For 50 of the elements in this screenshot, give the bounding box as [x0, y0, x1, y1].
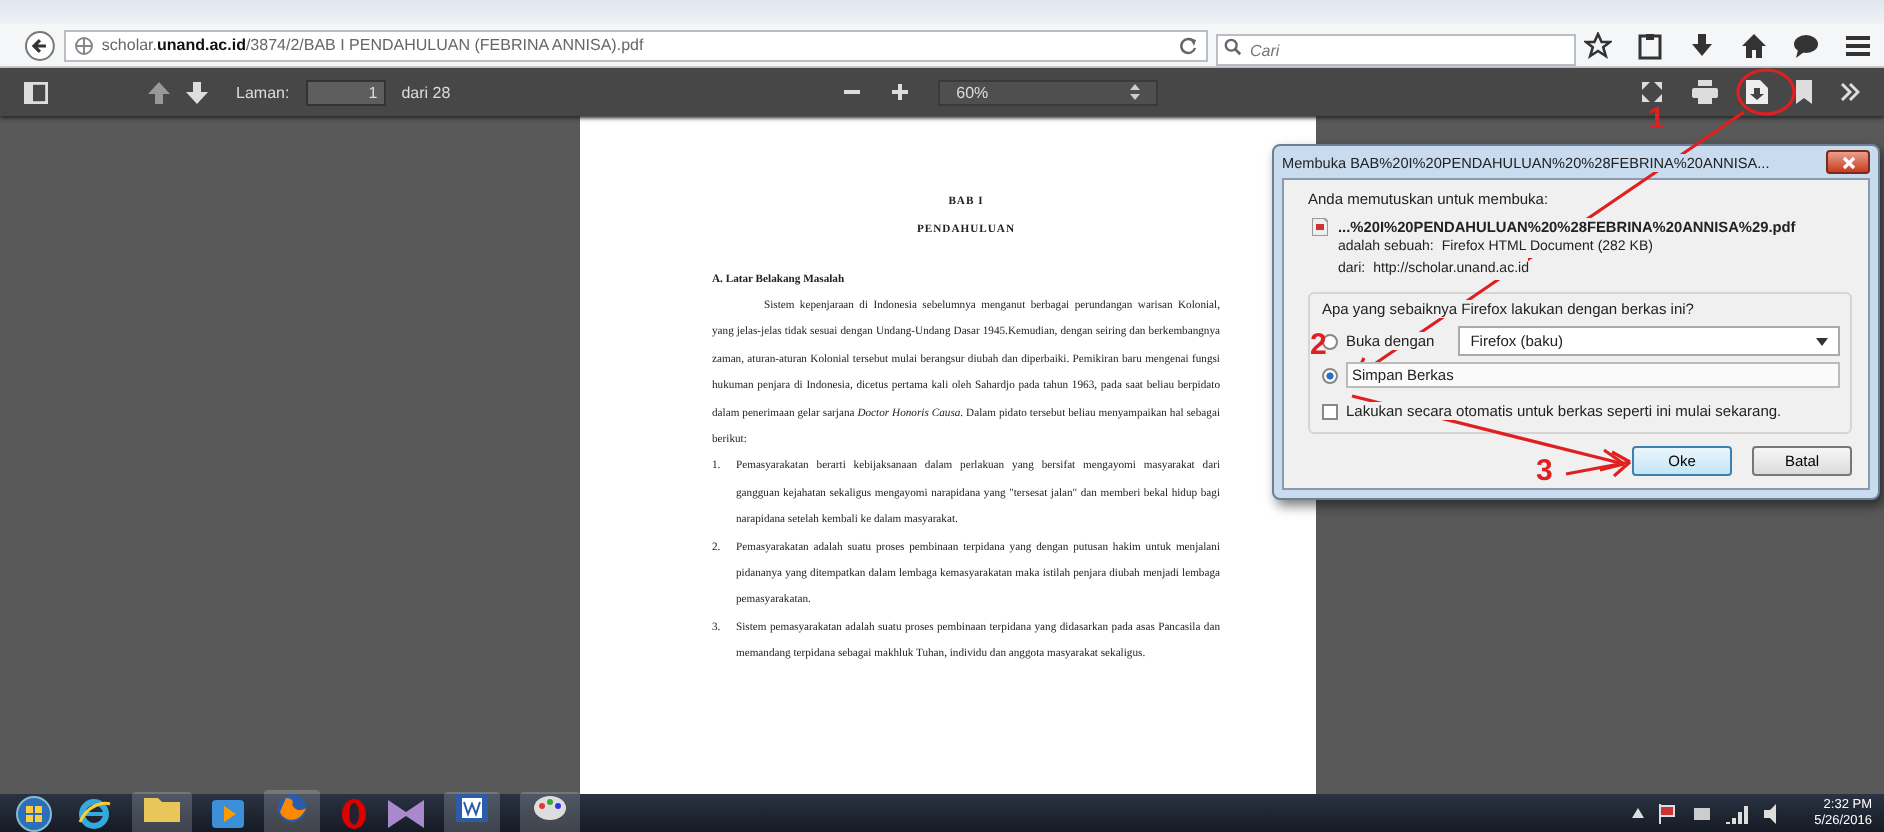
- start-button[interactable]: [12, 795, 56, 831]
- fullscreen-icon[interactable]: [1640, 80, 1664, 104]
- page-count: dari 28: [401, 83, 451, 101]
- star-icon[interactable]: [1584, 31, 1612, 59]
- radio-button[interactable]: [1322, 333, 1338, 349]
- globe-icon: [73, 35, 94, 55]
- up-caret-icon[interactable]: [1632, 808, 1645, 818]
- fox-globe-icon[interactable]: [276, 792, 308, 824]
- clipboard-icon[interactable]: [1636, 31, 1664, 59]
- page-label: Laman:: [236, 83, 290, 101]
- flag-icon[interactable]: [1658, 803, 1679, 823]
- reload-icon[interactable]: [1178, 35, 1198, 55]
- network-icon[interactable]: [1692, 803, 1713, 823]
- double-chevron-icon[interactable]: [1840, 82, 1860, 102]
- document-icon[interactable]: [456, 794, 488, 822]
- step-number: 3: [1536, 456, 1553, 486]
- back-icon[interactable]: [24, 29, 56, 61]
- zoom-in-icon[interactable]: [890, 82, 911, 102]
- paint-palette-icon[interactable]: [532, 794, 568, 822]
- sidebar-toggle-icon[interactable]: [24, 81, 48, 103]
- radio-button[interactable]: [1322, 367, 1338, 383]
- checkbox[interactable]: [1322, 403, 1338, 419]
- folder-icon[interactable]: [144, 794, 180, 822]
- close-button[interactable]: [1826, 150, 1870, 174]
- arrow-down-icon[interactable]: [186, 81, 208, 103]
- print-icon[interactable]: [1692, 80, 1718, 104]
- dropdown-caret-icon: [1816, 337, 1828, 345]
- page-number-field[interactable]: 1: [305, 79, 386, 105]
- download-icon[interactable]: [1746, 80, 1768, 104]
- signal-icon[interactable]: [1726, 803, 1751, 823]
- zoom-select[interactable]: 60%: [938, 79, 1159, 105]
- chat-icon[interactable]: [1792, 31, 1820, 59]
- close-icon: [1841, 155, 1855, 169]
- browser-icon[interactable]: [76, 797, 112, 829]
- address-bar[interactable]: scholar.unand.ac.id/3874/2/BAB I PENDAHULUAN (FEBRINA ANNISA).pdf: [63, 29, 1208, 61]
- home-icon[interactable]: [1740, 31, 1768, 59]
- arrow-up-icon[interactable]: [148, 81, 170, 103]
- step-number: 2: [1310, 330, 1327, 360]
- bowtie-icon[interactable]: [388, 799, 424, 827]
- bookmark-icon[interactable]: [1796, 80, 1812, 104]
- pdf-file-icon: [1312, 218, 1328, 236]
- search-field[interactable]: Cari: [1216, 34, 1576, 66]
- menu-icon[interactable]: [1844, 31, 1872, 59]
- media-player-icon[interactable]: [212, 799, 244, 827]
- search-icon: [1224, 37, 1242, 55]
- letter-o-icon[interactable]: [340, 797, 368, 829]
- step-number: 1: [1648, 104, 1665, 134]
- download-icon[interactable]: [1688, 31, 1716, 59]
- highlight-circle: [1736, 68, 1796, 116]
- updown-icon: [1130, 84, 1141, 100]
